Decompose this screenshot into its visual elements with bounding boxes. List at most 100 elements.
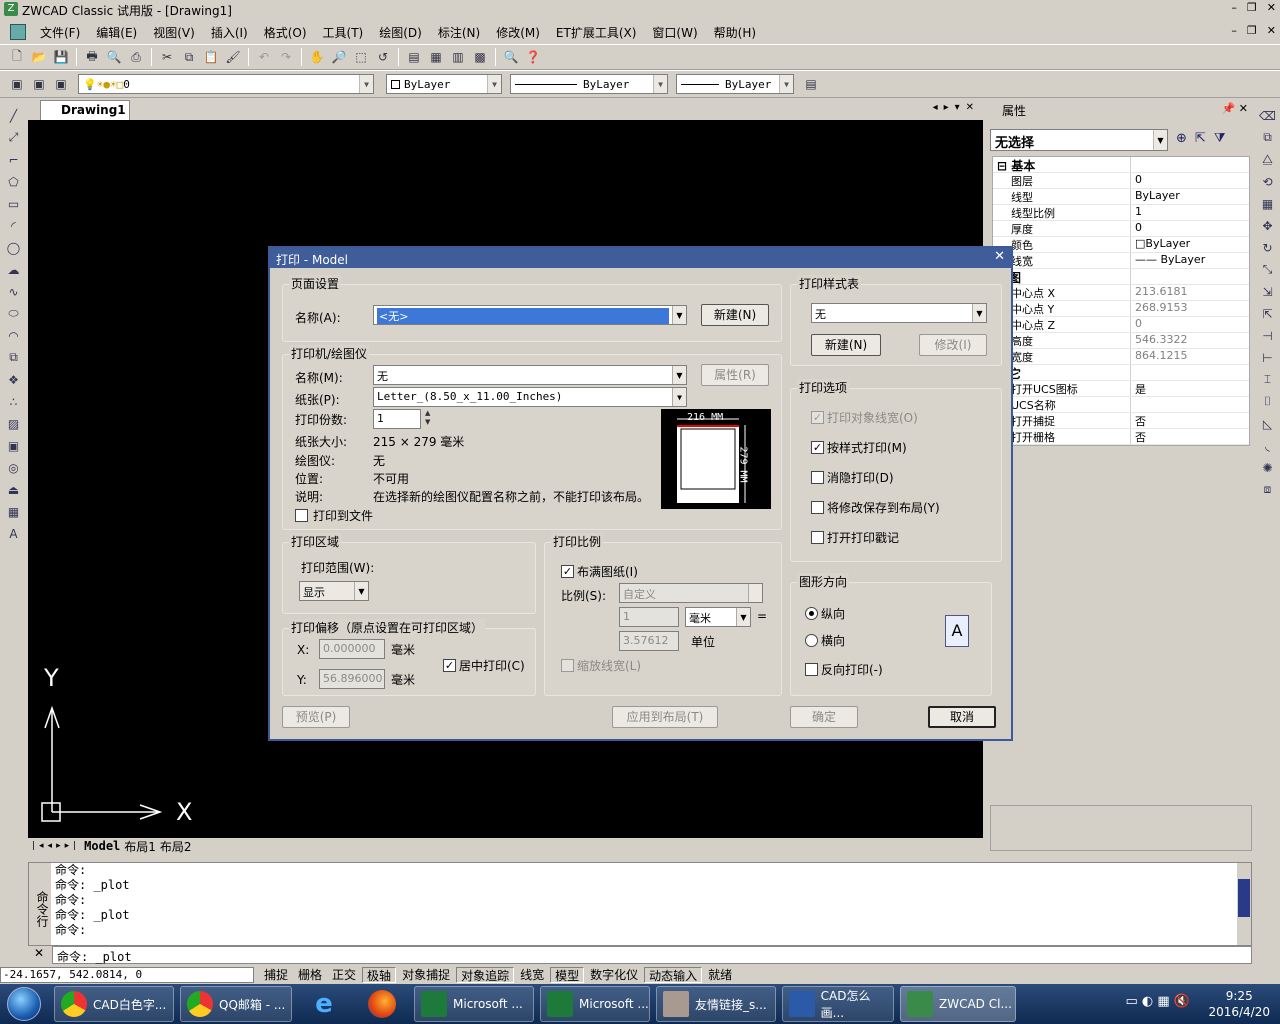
gradient-icon[interactable]: ▣ [4,436,24,455]
line-icon[interactable]: ╱ [4,106,24,125]
quick-select-icon[interactable]: ⧈ [1258,480,1278,499]
command-input[interactable]: 命令: _plot [52,946,1252,964]
property-value[interactable]: 是 [1131,381,1249,396]
erase-icon[interactable]: ⌫ [1258,106,1278,125]
open-folder-icon[interactable]: 📂 [28,47,50,67]
ellipse-arc-icon[interactable]: ◠ [4,326,24,345]
design-center-icon[interactable]: ▦ [425,47,447,67]
task-zwcad[interactable]: ZWCAD Cl... [900,986,1016,1022]
selection-dropdown[interactable]: 无选择 ▼ [990,129,1168,151]
page-setup-name-select[interactable]: <无> ▼ [373,305,687,325]
property-row[interactable]: 颜色 □ByLayer [993,237,1249,253]
trim-icon[interactable]: ⊣ [1258,326,1278,345]
plotstyle-icon[interactable]: ▤ [800,74,822,94]
portrait-radio[interactable] [805,607,818,620]
scale-paper-units-input[interactable]: 1 [619,607,679,627]
ok-button[interactable]: 确定 [790,706,858,728]
wipeout-icon[interactable]: ⏏ [4,480,24,499]
status-osnap[interactable]: 对象捕捉 [398,967,454,983]
task-word[interactable]: CAD怎么画... [782,986,894,1022]
status-digitizer[interactable]: 数字化仪 [586,967,642,983]
revcloud-icon[interactable]: ☁ [4,260,24,279]
plot-lineweights-checkbox[interactable]: ✓ [811,411,824,424]
copies-spinner-icon[interactable]: ▲ ▼ [425,409,430,427]
search-icon[interactable]: 🔍 [500,47,522,67]
chamfer-icon[interactable]: ◺ [1258,414,1278,433]
spline-icon[interactable]: ∿ [4,282,24,301]
array-icon[interactable]: ▦ [1258,194,1278,213]
status-polar[interactable]: 极轴 [362,967,397,983]
landscape-radio[interactable] [805,634,818,647]
task-chrome-2[interactable]: QQ邮箱 - ... [180,986,292,1022]
lineweight-combo[interactable]: ByLayer ▼ [676,74,794,94]
apply-to-layout-button[interactable]: 应用到布局(T) [612,706,718,728]
menu-draw[interactable]: 绘图(D) [371,24,430,41]
printer-name-select[interactable]: 无 ▼ [373,365,687,385]
calculator-icon[interactable]: ▩ [469,47,491,67]
region-icon[interactable]: ◎ [4,458,24,477]
property-value[interactable]: 0 [1131,317,1249,332]
property-value[interactable]: 213.6181 [1131,285,1249,300]
menu-format[interactable]: 格式(O) [256,24,315,41]
task-excel-1[interactable]: Microsoft ... [414,986,534,1022]
zoom-window-icon[interactable]: ⬚ [350,47,372,67]
pan-icon[interactable]: ✋ [306,47,328,67]
zoom-realtime-icon[interactable]: 🔎 [328,47,350,67]
insert-block-icon[interactable]: ⧉ [4,348,24,367]
restore-button[interactable]: ❐ [1247,1,1257,14]
command-scrollbar[interactable] [1237,863,1251,945]
scale-lineweights-checkbox[interactable] [561,659,574,672]
property-row[interactable]: 中心点 Y 268.9153 [993,301,1249,317]
print-icon[interactable]: 🖶 [81,47,103,67]
command-close-icon[interactable]: ✕ [34,946,44,960]
move-icon[interactable]: ✥ [1258,216,1278,235]
tab-drawing1[interactable]: Drawing1 [40,100,130,120]
print-range-select[interactable]: 显示 ▼ [299,581,369,601]
status-lineweight[interactable]: 线宽 [516,967,548,983]
property-category[interactable]: 其它 [993,365,1249,381]
property-value[interactable]: 0 [1131,221,1249,236]
property-row[interactable]: 打开捕捉否 [993,413,1249,429]
property-row[interactable]: 线型 ByLayer [993,189,1249,205]
print-preview-icon[interactable]: 🔍 [103,47,125,67]
arc-icon[interactable]: ◜ [4,216,24,235]
rectangle-icon[interactable]: ▭ [4,194,24,213]
property-row[interactable]: 线型比例 1 [993,205,1249,221]
point-icon[interactable]: ∴ [4,392,24,411]
redo-icon[interactable]: ↷ [275,47,297,67]
firefox-icon[interactable] [356,986,408,1022]
paper-select[interactable]: Letter_(8.50_x_11.00_Inches) ▼ [373,387,687,407]
publish-icon[interactable]: ⎙ [125,47,147,67]
property-value[interactable]: —— ByLayer [1131,253,1249,268]
copy-object-icon[interactable]: ⧉ [1258,128,1278,147]
layer-previous-icon[interactable]: ▣ [50,74,72,94]
status-model[interactable]: 模型 [550,967,585,983]
property-row[interactable]: UCS名称 [993,397,1249,413]
fit-to-paper-checkbox[interactable]: ✓ [561,565,574,578]
layer-manager-icon[interactable]: ▣ [6,74,28,94]
menu-modify[interactable]: 修改(M) [488,24,548,41]
menu-file[interactable]: 文件(F) [32,24,88,41]
scale-select[interactable]: 自定义 [619,583,763,603]
property-value[interactable]: 864.1215 [1131,349,1249,364]
extend-icon[interactable]: ⊢ [1258,348,1278,367]
task-image[interactable]: 友情链接_s... [656,986,776,1022]
new-file-icon[interactable]: 🗋 [6,47,28,67]
hide-objects-checkbox[interactable] [811,471,824,484]
tab-layout1[interactable]: 布局1 [124,838,156,855]
undo-icon[interactable]: ↶ [253,47,275,67]
property-row[interactable]: 打开栅格否 [993,429,1249,445]
layer-combo[interactable]: 💡☀●☀□ 0 ▼ [78,74,374,94]
doc-restore-button[interactable]: ❐ [1247,24,1257,37]
tab-model[interactable]: Model [84,839,120,853]
tab-layout2[interactable]: 布局2 [160,838,192,855]
property-value[interactable]: 否 [1131,429,1249,444]
rotate-icon[interactable]: ↻ [1258,238,1278,257]
status-ortho[interactable]: 正交 [328,967,360,983]
property-row[interactable]: 线宽 —— ByLayer [993,253,1249,269]
scale-icon[interactable]: ⤡ [1258,260,1278,279]
polygon-icon[interactable]: ⬠ [4,172,24,191]
hatch-icon[interactable]: ▨ [4,414,24,433]
explode-icon[interactable]: ✺ [1258,458,1278,477]
property-value[interactable]: ByLayer [1131,189,1249,204]
